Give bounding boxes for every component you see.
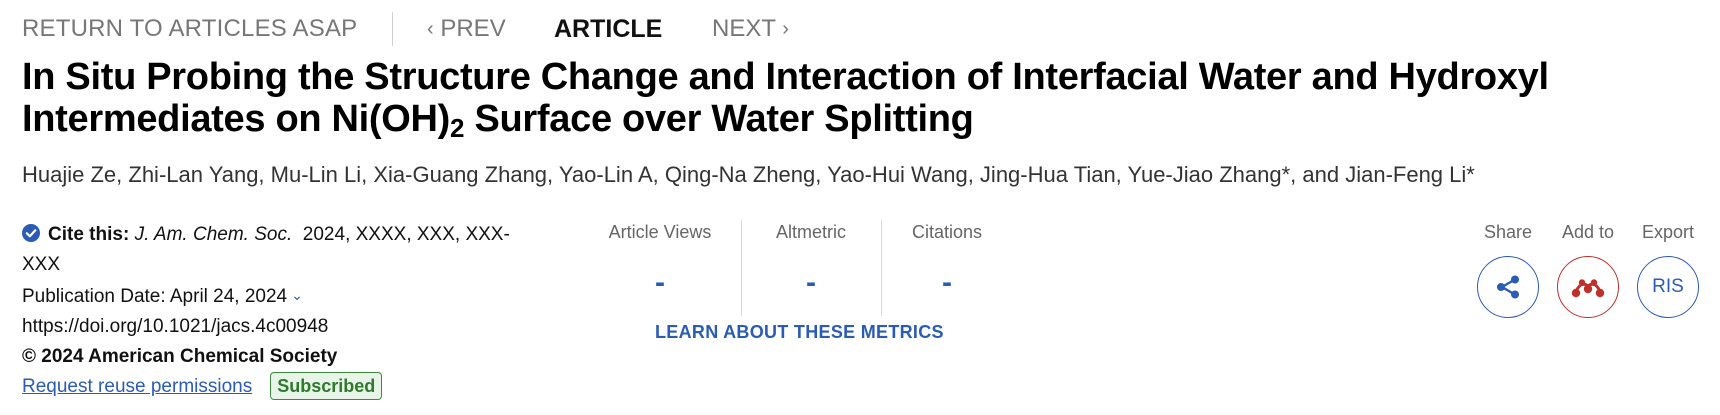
cite-label[interactable]: Cite this: (48, 224, 129, 245)
article-navigation: RETURN TO ARTICLES ASAP ‹ PREV ARTICLE N… (22, 12, 1322, 46)
metric-value: - (655, 266, 665, 299)
metric-label: Citations (911, 222, 983, 242)
metric-label: Article Views (608, 222, 712, 242)
share-label: Share (1483, 222, 1533, 242)
mendeley-icon (1571, 279, 1605, 298)
copyright-notice: © 2024 American Chemical Society (22, 346, 338, 367)
next-article-link[interactable]: NEXT › (712, 12, 789, 46)
next-label: NEXT (712, 15, 776, 42)
prev-label: PREV (440, 15, 506, 42)
chevron-left-icon: ‹ (427, 18, 434, 40)
add-to-label: Add to (1561, 222, 1615, 242)
share-button[interactable] (1477, 256, 1539, 318)
citation-block: Cite this: J. Am. Chem. Soc. 2024, XXXX,… (22, 220, 542, 402)
nav-divider (392, 12, 393, 46)
metric-value: - (942, 266, 952, 299)
reuse-line: Request reuse permissions Subscribed (22, 372, 542, 402)
metric-article-views: Article Views - (585, 220, 735, 316)
metric-citations: Citations - (881, 220, 1012, 316)
current-page-label: ARTICLE (554, 15, 663, 43)
add-to-mendeley-button[interactable] (1557, 256, 1619, 318)
metrics-panel: Article Views - Altmetric - Citations - (585, 220, 1005, 320)
request-reuse-permissions-link[interactable]: Request reuse permissions (22, 376, 252, 397)
ris-label: RIS (1652, 276, 1684, 297)
learn-about-metrics-link[interactable]: LEARN ABOUT THESE METRICS (655, 322, 944, 343)
subscribed-badge: Subscribed (270, 372, 383, 400)
author-list[interactable]: Huajie Ze, Zhi-Lan Yang, Mu-Lin Li, Xia-… (22, 160, 1475, 190)
article-title: In Situ Probing the Structure Change and… (22, 56, 1702, 143)
journal-name: J. Am. Chem. Soc. (134, 224, 293, 245)
publication-date: Publication Date: April 24, 2024 (22, 286, 288, 307)
add-to-action: Add to (1548, 220, 1628, 318)
export-action: Export RIS (1628, 220, 1708, 318)
doi-link[interactable]: https://doi.org/10.1021/jacs.4c00948 (22, 312, 542, 342)
share-icon (1497, 275, 1519, 299)
metric-label: Altmetric (775, 222, 846, 242)
article-actions: Share Add to Export RIS (1468, 220, 1708, 330)
metric-value: - (806, 266, 816, 299)
return-to-articles-link[interactable]: RETURN TO ARTICLES ASAP (22, 12, 357, 46)
cite-this-line: Cite this: J. Am. Chem. Soc. 2024, XXXX,… (22, 220, 542, 280)
export-ris-button[interactable]: RIS (1637, 256, 1699, 318)
chevron-down-icon: ⌄ (291, 287, 303, 303)
publication-date-line[interactable]: Publication Date: April 24, 2024 ⌄ (22, 280, 542, 312)
check-circle-icon (22, 224, 40, 242)
export-label: Export (1641, 222, 1695, 242)
share-action: Share (1468, 220, 1548, 318)
prev-article-link[interactable]: ‹ PREV (427, 12, 506, 46)
metric-altmetric: Altmetric - (741, 220, 880, 316)
chevron-right-icon: › (782, 18, 789, 40)
title-subscript: 2 (450, 113, 465, 143)
title-end: Surface over Water Splitting (464, 98, 974, 140)
